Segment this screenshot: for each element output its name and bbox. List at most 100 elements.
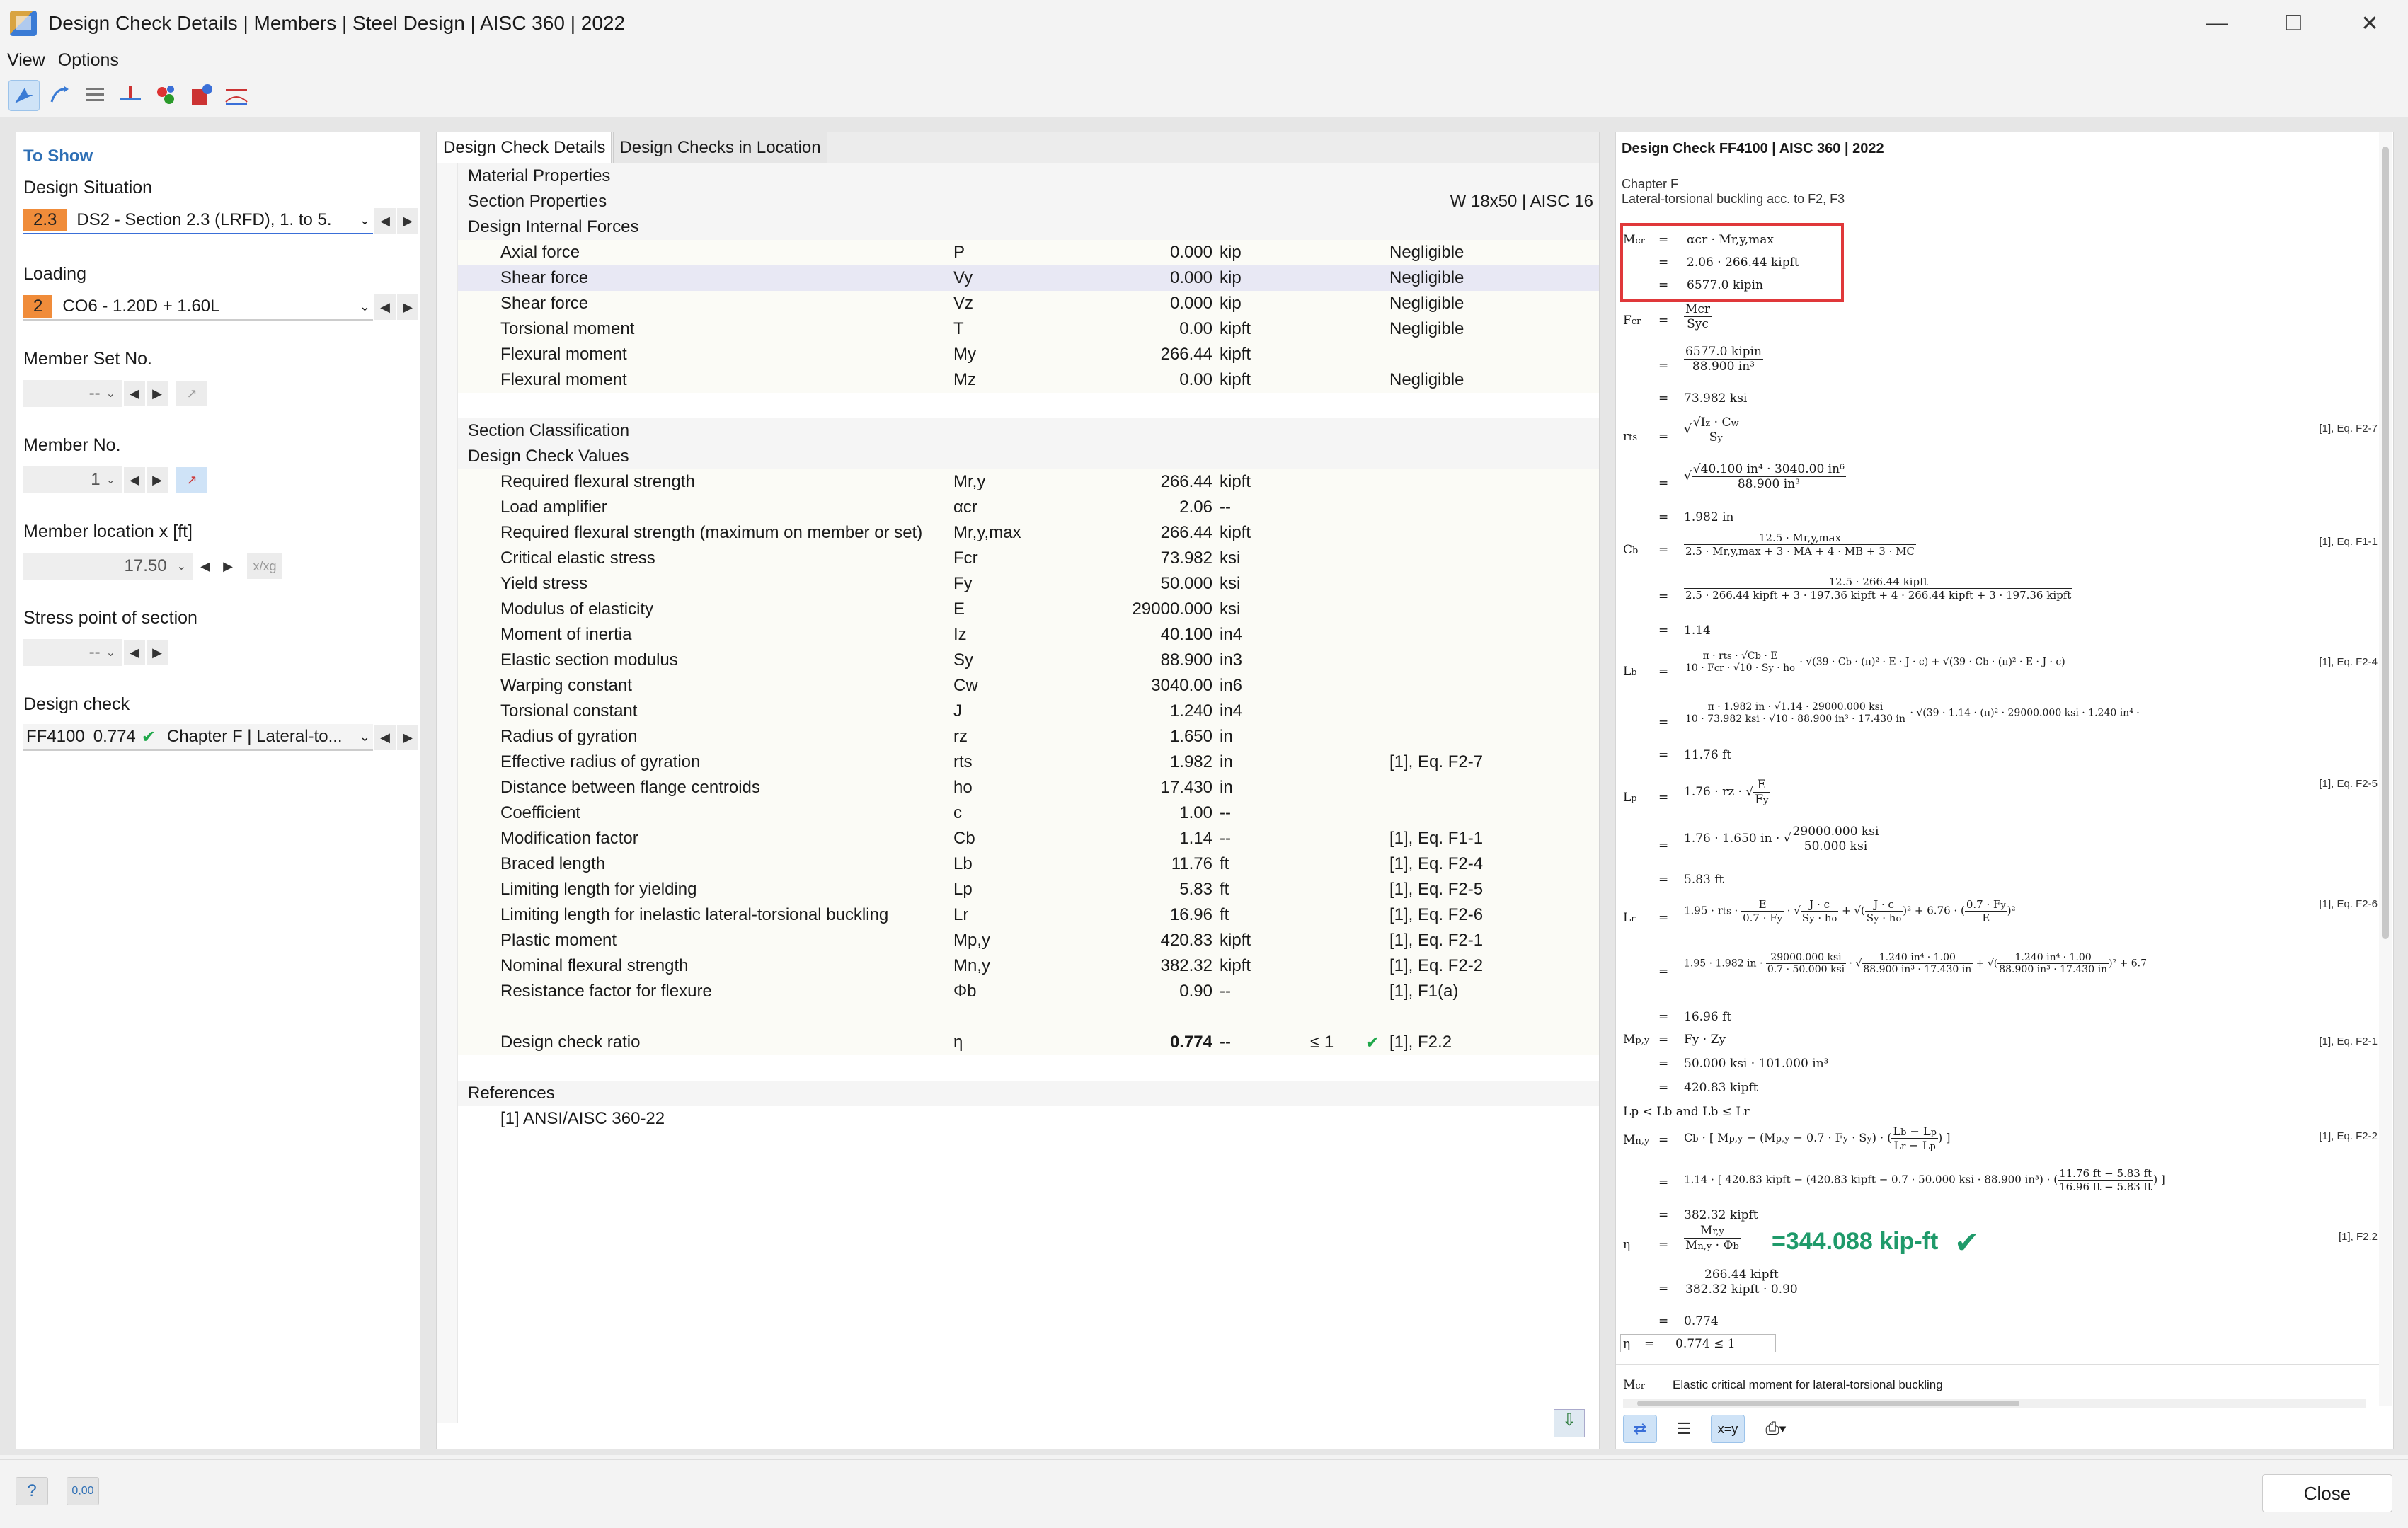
minimize-button[interactable]: — (2179, 0, 2255, 47)
line-spacing-button[interactable]: ☰ (1667, 1415, 1701, 1443)
loading-select[interactable]: 2 CO6 - 1.20D + 1.60L ⌄ ◀ ▶ (23, 294, 418, 321)
section-classification[interactable]: +Section Classification (437, 418, 1599, 444)
next-arrow-button[interactable]: ▶ (147, 467, 168, 493)
row-value: 73.982 (1160, 548, 1212, 568)
pick-member-button[interactable]: ↗ (176, 467, 207, 493)
tab-design-check-details[interactable]: Design Check Details (437, 132, 612, 163)
value-row[interactable]: Plastic moment Mp,y 420.83 kipft [1], Eq. F2… (437, 928, 1599, 953)
help-button[interactable]: ? (16, 1477, 48, 1505)
section-section-properties[interactable]: +Section PropertiesW 18x50 | AISC 16 (437, 189, 1599, 214)
section-material[interactable]: +Material Properties (437, 163, 1599, 189)
spacer-row (437, 393, 1599, 418)
fcr-symbol: Fcr (1623, 314, 1641, 328)
menu-options[interactable]: Options (58, 50, 119, 71)
design-situation-label: Design Situation (23, 178, 153, 197)
decimals-button[interactable]: 0,00 (67, 1477, 99, 1505)
next-arrow-button[interactable]: ▶ (147, 381, 168, 406)
vertical-scrollbar[interactable] (2379, 132, 2392, 1406)
value-row[interactable]: Load amplifier αcr 2.06 -- (437, 495, 1599, 520)
member-set-select[interactable]: -- ⌄ ◀ ▶ ↗ (23, 380, 207, 407)
force-row[interactable]: Shear force Vz 0.000 kip Negligible (437, 291, 1599, 316)
member-no-select[interactable]: 1 ⌄ ◀ ▶ ↗ (23, 466, 207, 493)
design-check-ratio-row[interactable]: Design check ratio η 0.774 -- ≤ 1 ✔ [1],… (437, 1030, 1599, 1055)
value-row[interactable]: Critical elastic stress Fcr 73.982 ksi (437, 546, 1599, 571)
value-row[interactable]: Braced length Lb 11.76 ft [1], Eq. F2-4 (437, 851, 1599, 877)
value-row[interactable]: Elastic section modulus Sy 88.900 in3 (437, 648, 1599, 673)
prev-arrow-button[interactable]: ◀ (124, 381, 145, 406)
next-arrow-button[interactable]: ▶ (397, 725, 418, 750)
value-row[interactable]: Distance between flange centroids ho 17.43… (437, 775, 1599, 800)
section-check-values[interactable]: −Design Check Values (437, 444, 1599, 469)
prev-arrow-button[interactable]: ◀ (124, 640, 145, 665)
prev-arrow-button[interactable]: ◀ (374, 208, 396, 234)
stress-point-select[interactable]: -- ⌄ ◀ ▶ (23, 639, 168, 666)
row-value: 266.44 (1160, 472, 1212, 491)
value-row[interactable]: Warping constant Cw 3040.00 in6 (437, 673, 1599, 699)
row-symbol: Cw (953, 676, 978, 695)
value-row[interactable]: Required flexural strength Mr,y 266.44 kipf… (437, 469, 1599, 495)
diagram-button[interactable] (221, 80, 252, 111)
row-reference: [1], Eq. F1-1 (1389, 829, 1484, 848)
value-row[interactable]: Nominal flexural strength Mn,y 382.32 kipft… (437, 953, 1599, 979)
value-row[interactable]: Torsional constant J 1.240 in4 (437, 699, 1599, 724)
equals: = (1658, 1081, 1669, 1095)
next-arrow-button[interactable]: ▶ (397, 294, 418, 320)
force-row[interactable]: Flexural moment Mz 0.00 kipft Negligible (437, 367, 1599, 393)
value-row[interactable]: Coefficient c 1.00 -- (437, 800, 1599, 826)
design-situation-select[interactable]: 2.3 DS2 - Section 2.3 (LRFD), 1. to 5. ⌄… (23, 207, 418, 234)
mp-line-1: Fy · Zy (1684, 1033, 1726, 1047)
prev-arrow-button[interactable]: ◀ (374, 294, 396, 320)
force-row[interactable]: Flexural moment My 266.44 kipft (437, 342, 1599, 367)
value-row[interactable]: Required flexural strength (maximum on m… (437, 520, 1599, 546)
close-button[interactable]: Close (2262, 1474, 2392, 1512)
value-row[interactable]: Limiting length for yielding Lp 5.83 ft [1],… (437, 877, 1599, 902)
value-row[interactable]: Limiting length for inelastic lateral-to… (437, 902, 1599, 928)
value-row[interactable]: Moment of inertia Iz 40.100 in4 (437, 622, 1599, 648)
prev-arrow-button[interactable]: ◀ (124, 467, 145, 493)
value-row[interactable]: Effective radius of gyration rts 1.982 in [1… (437, 749, 1599, 775)
lb-symbol: Lb (1623, 665, 1637, 679)
design-check-label: Design check (23, 694, 130, 714)
scroll-thumb[interactable] (2382, 147, 2389, 939)
jump-button[interactable] (44, 80, 75, 111)
equation-toggle-button[interactable]: x=y (1711, 1415, 1745, 1443)
export-button[interactable]: ⇩ (1554, 1409, 1585, 1437)
close-window-button[interactable]: ✕ (2332, 0, 2408, 47)
relative-location-button[interactable]: x/xg (247, 553, 282, 579)
tab-design-checks-in-location[interactable]: Design Checks in Location (613, 132, 827, 163)
prev-arrow-button[interactable]: ◀ (374, 725, 396, 750)
value-row[interactable]: Radius of gyration rz 1.650 in (437, 724, 1599, 749)
force-row[interactable]: Axial force P 0.000 kip Negligible (437, 240, 1599, 265)
info-button[interactable] (185, 80, 217, 111)
force-row[interactable]: Torsional moment T 0.00 kipft Negligible (437, 316, 1599, 342)
next-arrow-button[interactable]: ▶ (217, 553, 239, 579)
member-location-select[interactable]: 17.50 ⌄ ◀ ▶ x/xg (23, 553, 282, 580)
prev-arrow-button[interactable]: ◀ (195, 553, 216, 579)
pick-member-set-button[interactable]: ↗ (176, 381, 207, 406)
section-label: Section Classification (468, 421, 630, 440)
fcr-fraction: Mcr Syc (1684, 302, 1712, 331)
value-row[interactable]: Resistance factor for flexure Φb 0.90 -- [1]… (437, 979, 1599, 1004)
member-display-button[interactable] (115, 80, 146, 111)
next-arrow-button[interactable]: ▶ (147, 640, 168, 665)
value-row[interactable]: Yield stress Fy 50.000 ksi (437, 571, 1599, 597)
horizontal-scrollbar[interactable] (1623, 1399, 2366, 1408)
select-member-button[interactable] (8, 79, 40, 111)
section-internal-forces[interactable]: −Design Internal Forces (437, 214, 1599, 240)
help-icon: ? (27, 1481, 37, 1500)
section-references[interactable]: −References (437, 1081, 1599, 1106)
row-value: 16.96 (1169, 905, 1212, 924)
design-check-select[interactable]: FF4100 0.774 ✔ Chapter F | Lateral-to...… (23, 724, 418, 751)
formula-view-button[interactable]: ⇄ (1623, 1415, 1657, 1443)
next-arrow-button[interactable]: ▶ (397, 208, 418, 234)
force-row[interactable]: Shear force Vy 0.000 kip Negligible (437, 265, 1599, 291)
print-button[interactable]: ⎙▾ (1755, 1415, 1797, 1443)
value-row[interactable]: Modulus of elasticity E 29000.000 ksi (437, 597, 1599, 622)
scroll-thumb[interactable] (1637, 1401, 2019, 1406)
color-scale-button[interactable] (150, 80, 181, 111)
value-row[interactable]: Modification factor Cb 1.14 -- [1], Eq. F1-1 (437, 826, 1599, 851)
menu-view[interactable]: View (7, 50, 45, 71)
list-view-button[interactable] (79, 80, 110, 111)
maximize-button[interactable]: ☐ (2255, 0, 2332, 47)
row-reference: [1], Eq. F2-5 (1389, 880, 1484, 899)
